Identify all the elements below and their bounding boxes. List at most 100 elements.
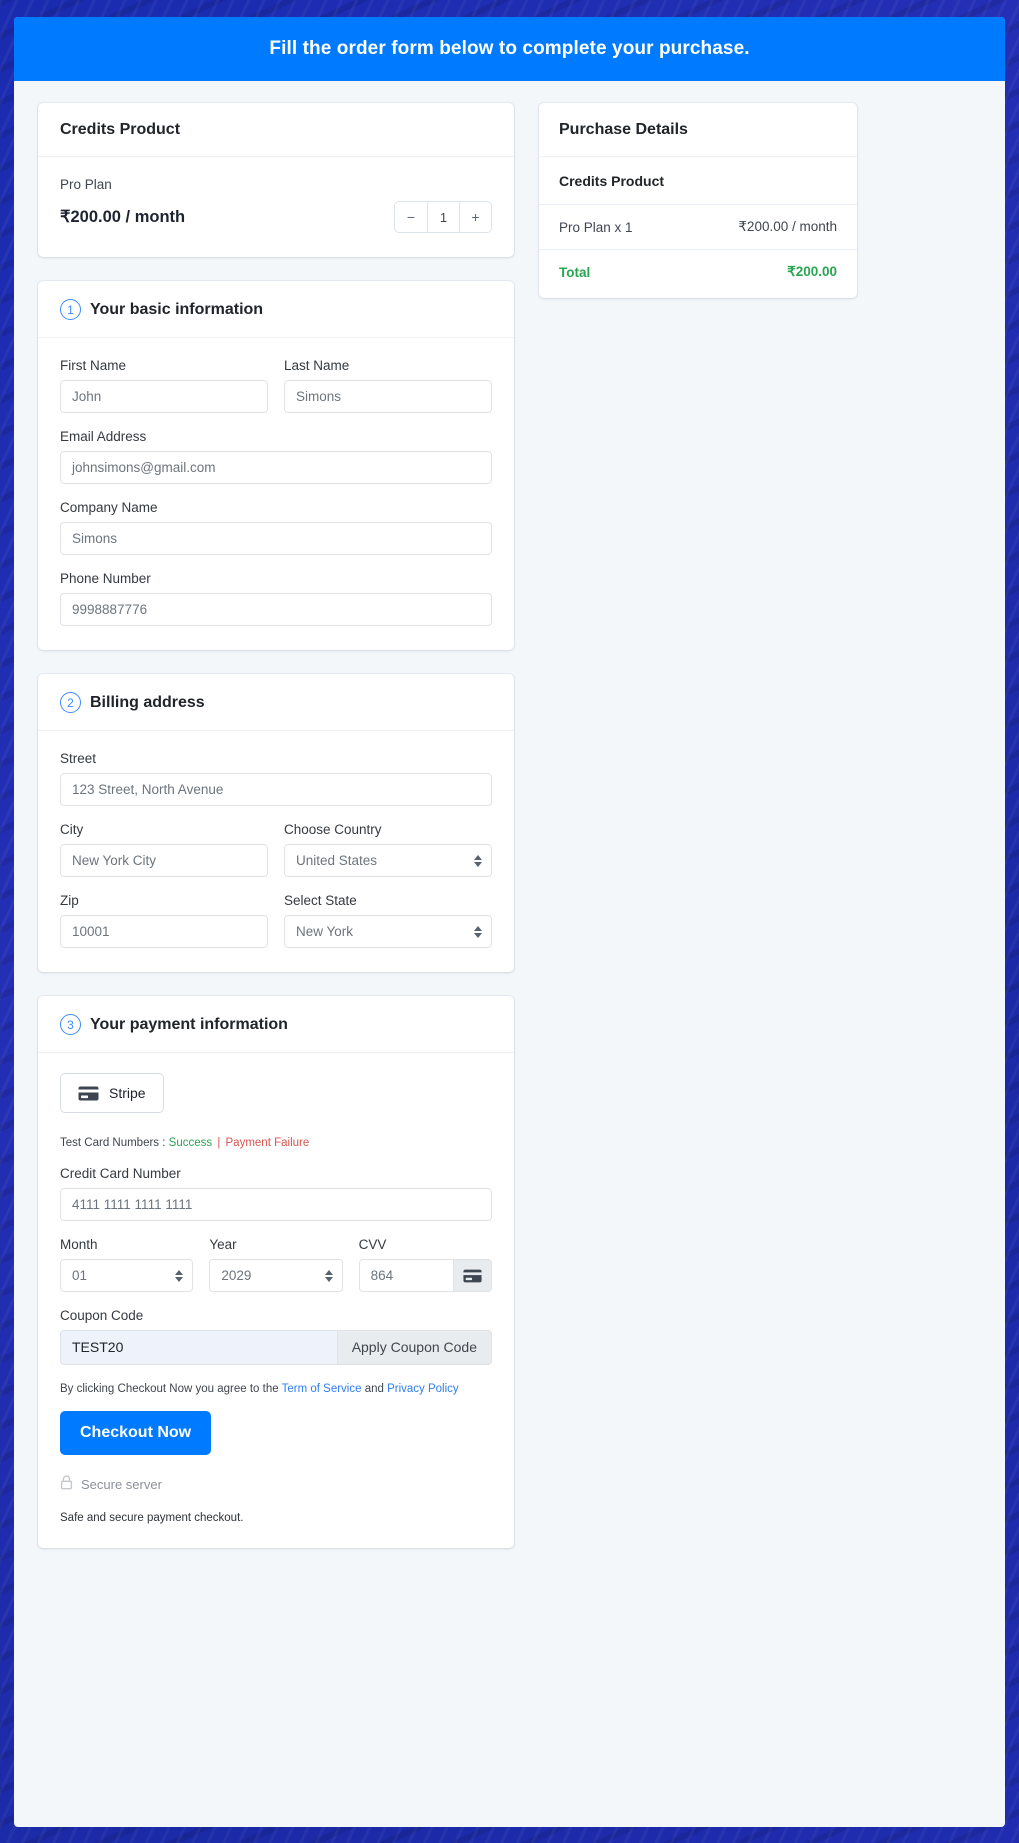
city-input[interactable]: New York City: [60, 844, 268, 877]
plan-name: Pro Plan: [60, 177, 112, 192]
phone-input[interactable]: 9998887776: [60, 593, 492, 626]
cvv-card-icon-button[interactable]: [453, 1259, 492, 1292]
secure-server-row: Secure server: [60, 1475, 492, 1493]
street-group: Street 123 Street, North Avenue: [60, 751, 492, 806]
payment-information-card: 3 Your payment information Stripe Test C…: [38, 996, 514, 1548]
cvv-label: CVV: [358, 1237, 387, 1252]
last-name-group: Last Name Simons: [284, 358, 492, 413]
first-name-group: First Name John: [60, 358, 268, 413]
month-label: Month: [60, 1237, 98, 1252]
lock-icon: [60, 1475, 73, 1493]
cvv-input-wrap: 864: [358, 1259, 492, 1292]
street-label: Street: [60, 751, 97, 766]
left-column: Credits Product Pro Plan ₹200.00 / month…: [38, 103, 514, 1572]
privacy-policy-link[interactable]: Privacy Policy: [387, 1383, 459, 1395]
basic-information-body: First Name John Last Name Simons Email A…: [38, 338, 514, 650]
test-card-separator: |: [214, 1137, 224, 1149]
country-label: Choose Country: [284, 822, 382, 837]
card-number-input[interactable]: 4111 1111 1111 1111: [60, 1188, 492, 1221]
coupon-label: Coupon Code: [60, 1308, 144, 1323]
year-select-wrap: 2029: [209, 1259, 343, 1292]
quantity-decrement-button[interactable]: −: [395, 202, 427, 232]
zip-group: Zip 10001: [60, 893, 268, 948]
basic-information-card: 1 Your basic information First Name John…: [38, 281, 514, 650]
cvv-input[interactable]: 864: [358, 1259, 454, 1292]
last-name-input[interactable]: Simons: [284, 380, 492, 413]
coupon-input-wrap: TEST20 Apply Coupon Code: [60, 1330, 492, 1365]
test-card-numbers: Test Card Numbers : Success | Payment Fa…: [60, 1137, 492, 1149]
country-group: Choose Country United States: [284, 822, 492, 877]
year-select[interactable]: 2029: [209, 1259, 343, 1292]
step-badge-2: 2: [60, 692, 81, 713]
page-banner: Fill the order form below to complete yo…: [14, 17, 1005, 81]
company-input[interactable]: Simons: [60, 522, 492, 555]
zip-state-row: Zip 10001 Select State New York: [60, 893, 492, 948]
first-name-label: First Name: [60, 358, 127, 373]
quantity-stepper[interactable]: − 1 +: [394, 201, 492, 233]
state-select[interactable]: New York: [284, 915, 492, 948]
purchase-details-card: Purchase Details Credits Product Pro Pla…: [539, 103, 857, 298]
basic-information-header: 1 Your basic information: [38, 281, 514, 338]
step-badge-3: 3: [60, 1014, 81, 1035]
last-name-label: Last Name: [284, 358, 350, 373]
payment-footer-note: Safe and secure payment checkout.: [60, 1512, 244, 1524]
terms-of-service-link[interactable]: Term of Service: [282, 1383, 362, 1395]
state-group: Select State New York: [284, 893, 492, 948]
street-input[interactable]: 123 Street, North Avenue: [60, 773, 492, 806]
checkout-now-button[interactable]: Checkout Now: [60, 1411, 212, 1455]
secure-server-label: Secure server: [81, 1476, 162, 1492]
billing-address-title: Billing address: [90, 693, 205, 711]
apply-coupon-button[interactable]: Apply Coupon Code: [337, 1330, 492, 1365]
line-item-amount: ₹200.00 / month: [738, 219, 837, 234]
country-select[interactable]: United States: [284, 844, 492, 877]
expiry-cvv-row: Month 01 Year 2029 CVV 864: [60, 1237, 492, 1308]
test-card-success-link[interactable]: Success: [169, 1137, 212, 1149]
zip-input[interactable]: 10001: [60, 915, 268, 948]
banner-title: Fill the order form below to complete yo…: [269, 38, 750, 59]
plan-price-row: ₹200.00 / month − 1 +: [60, 201, 492, 233]
city-group: City New York City: [60, 822, 268, 877]
coupon-group: Coupon Code TEST20 Apply Coupon Code: [60, 1308, 492, 1365]
zip-label: Zip: [60, 893, 79, 908]
agreement-text: By clicking Checkout Now you agree to th…: [60, 1383, 492, 1395]
state-label: Select State: [284, 893, 357, 908]
quantity-increment-button[interactable]: +: [459, 202, 491, 232]
basic-information-title: Your basic information: [90, 300, 264, 318]
page-content: Credits Product Pro Plan ₹200.00 / month…: [14, 81, 1005, 1572]
line-item-label: Pro Plan x 1: [559, 219, 633, 235]
right-column: Purchase Details Credits Product Pro Pla…: [539, 103, 857, 322]
total-amount: ₹200.00: [787, 264, 837, 279]
agreement-prefix: By clicking Checkout Now you agree to th…: [60, 1383, 282, 1395]
email-input[interactable]: johnsimons@gmail.com: [60, 451, 492, 484]
phone-label: Phone Number: [60, 571, 151, 586]
company-group: Company Name Simons: [60, 500, 492, 555]
state-select-wrap: New York: [284, 915, 492, 948]
company-label: Company Name: [60, 500, 158, 515]
credits-product-title: Credits Product: [60, 121, 181, 138]
test-card-failure-link[interactable]: Payment Failure: [226, 1137, 310, 1149]
billing-address-body: Street 123 Street, North Avenue City New…: [38, 731, 514, 972]
coupon-input[interactable]: TEST20: [60, 1330, 338, 1365]
billing-address-card: 2 Billing address Street 123 Street, Nor…: [38, 674, 514, 972]
plan-price: ₹200.00 / month: [60, 208, 186, 226]
credit-card-icon: [78, 1086, 99, 1101]
card-number-group: Credit Card Number 4111 1111 1111 1111: [60, 1166, 492, 1221]
payment-method-label: Stripe: [109, 1085, 146, 1101]
first-name-input[interactable]: John: [60, 380, 268, 413]
email-group: Email Address johnsimons@gmail.com: [60, 429, 492, 484]
month-select-wrap: 01: [60, 1259, 194, 1292]
name-row: First Name John Last Name Simons: [60, 358, 492, 429]
month-select[interactable]: 01: [60, 1259, 194, 1292]
city-label: City: [60, 822, 84, 837]
credit-card-icon: [463, 1269, 482, 1283]
total-label: Total: [559, 264, 591, 280]
month-group: Month 01: [60, 1237, 194, 1292]
email-label: Email Address: [60, 429, 147, 444]
phone-group: Phone Number 9998887776: [60, 571, 492, 626]
city-country-row: City New York City Choose Country United…: [60, 822, 492, 893]
country-select-wrap: United States: [284, 844, 492, 877]
quantity-value[interactable]: 1: [427, 202, 459, 232]
payment-method-stripe-button[interactable]: Stripe: [60, 1073, 164, 1113]
purchase-details-total-row: Total ₹200.00: [539, 250, 857, 298]
agreement-conjunction: and: [361, 1383, 388, 1395]
